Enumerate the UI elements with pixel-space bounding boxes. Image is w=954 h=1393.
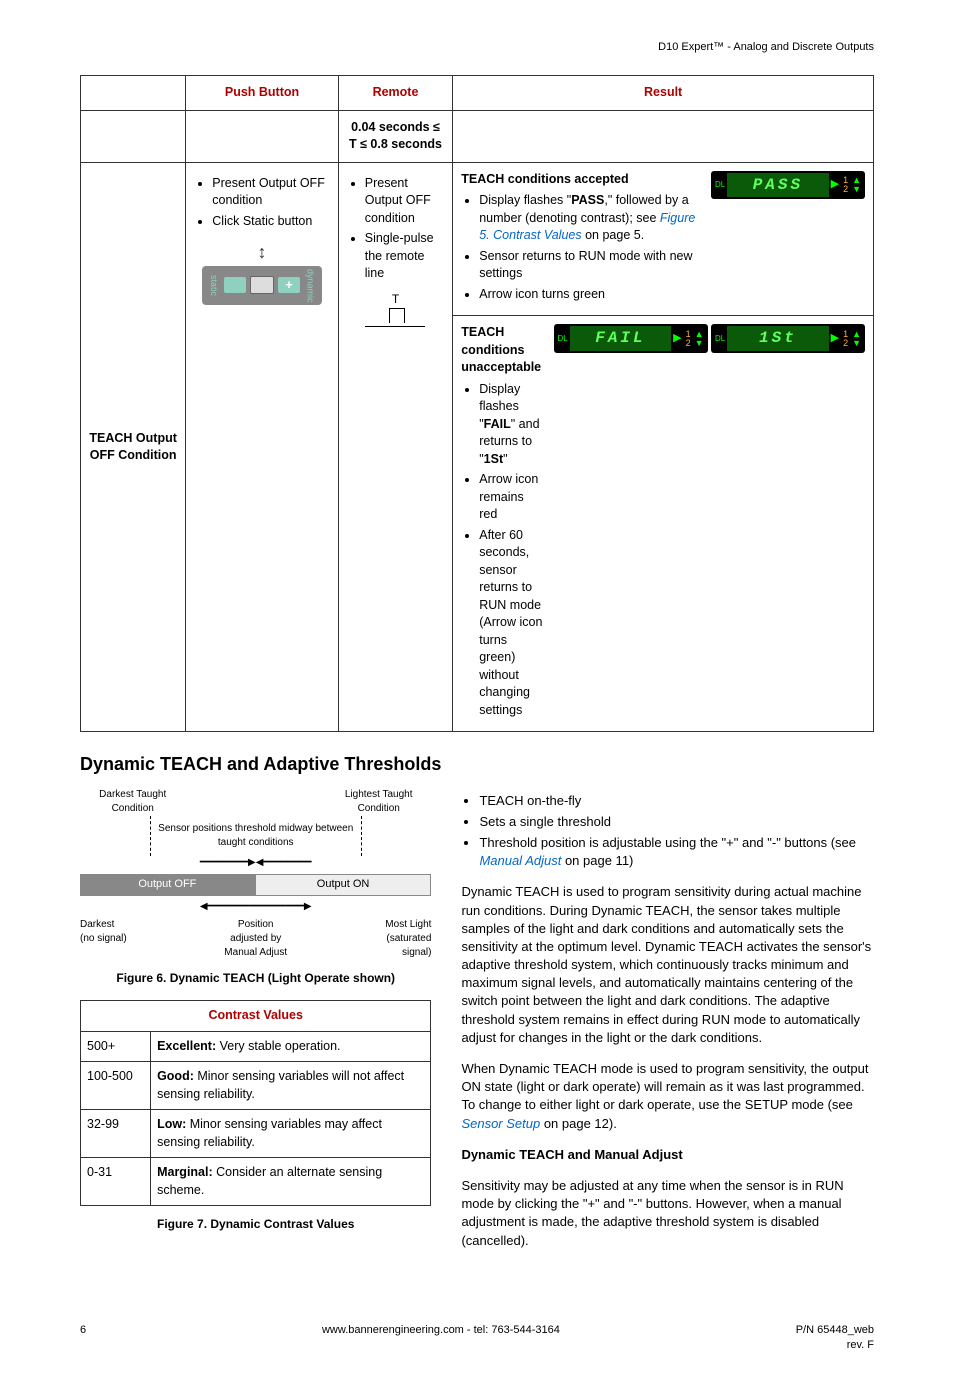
remote-b2: Single-pulse the remote line <box>365 230 444 283</box>
push-cell: Present Output OFF condition Click Stati… <box>186 162 338 732</box>
contrast-header: Contrast Values <box>81 1001 431 1032</box>
right-b3: Threshold position is adjustable using t… <box>479 834 874 870</box>
remote-cell: Present Output OFF condition Single-puls… <box>338 162 452 732</box>
row-label: TEACH Output OFF Condition <box>81 162 186 732</box>
result2-b1: Display flashes "FAIL" and returns to "1… <box>479 381 543 469</box>
lcd-1st: DL 1St ▶ 12 ▲▼ <box>711 324 865 352</box>
right-subhead: Dynamic TEACH and Manual Adjust <box>461 1146 874 1164</box>
push-b2: Click Static button <box>212 213 329 231</box>
result1-b3: Arrow icon turns green <box>479 286 701 304</box>
col-remote: Remote <box>338 76 452 111</box>
teach-table: Push Button Remote Result 0.04 seconds ≤… <box>80 75 874 732</box>
push-b1: Present Output OFF condition <box>212 175 329 210</box>
table-row: 0-31 Marginal: Consider an alternate sen… <box>81 1158 431 1206</box>
header-product: D10 Expert™ - Analog and Discrete Output… <box>80 40 874 55</box>
result-accept-cell: TEACH conditions accepted Display flashe… <box>453 162 874 316</box>
right-p2: When Dynamic TEACH mode is used to progr… <box>461 1060 874 1133</box>
sensor-setup-link[interactable]: Sensor Setup <box>461 1116 540 1131</box>
right-p1: Dynamic TEACH is used to program sensiti… <box>461 883 874 1047</box>
remote-b1: Present Output OFF condition <box>365 175 444 228</box>
col-result: Result <box>453 76 874 111</box>
footer-center: www.bannerengineering.com - tel: 763-544… <box>86 1323 796 1338</box>
result2-b2: Arrow icon remains red <box>479 471 543 524</box>
result2-b3: After 60 seconds, sensor returns to RUN … <box>479 527 543 720</box>
col-push: Push Button <box>186 76 338 111</box>
page-footer: 6 www.bannerengineering.com - tel: 763-5… <box>80 1323 874 1354</box>
result1-title: TEACH conditions accepted <box>461 171 701 189</box>
fig7-caption: Figure 7. Dynamic Contrast Values <box>80 1216 431 1233</box>
button-diagram: ↕ static + dynamic <box>194 240 329 305</box>
footer-pn: P/N 65448_web <box>796 1323 874 1338</box>
contrast-table: Contrast Values 500+ Excellent: Very sta… <box>80 1000 431 1206</box>
pulse-diagram: T <box>347 291 444 332</box>
timing-subheader: 0.04 seconds ≤ T ≤ 0.8 seconds <box>338 110 452 162</box>
result2-title: TEACH conditions unacceptable <box>461 324 543 377</box>
manual-adjust-link[interactable]: Manual Adjust <box>479 853 561 868</box>
dynamic-teach-diagram: Darkest Taught Condition Lightest Taught… <box>80 788 431 960</box>
right-p3: Sensitivity may be adjusted at any time … <box>461 1177 874 1250</box>
footer-rev: rev. F <box>796 1338 874 1353</box>
fig6-caption: Figure 6. Dynamic TEACH (Light Operate s… <box>80 970 431 987</box>
right-b1: TEACH on-the-fly <box>479 792 874 810</box>
result1-b1: Display flashes "PASS," followed by a nu… <box>479 192 701 245</box>
section-heading: Dynamic TEACH and Adaptive Thresholds <box>80 752 874 777</box>
table-row: 32-99 Low: Minor sensing variables may a… <box>81 1110 431 1158</box>
table-row: 500+ Excellent: Very stable operation. <box>81 1031 431 1062</box>
lcd-pass: DL PASS ▶ 12 ▲▼ <box>711 171 865 199</box>
result-fail-cell: TEACH conditions unacceptable Display fl… <box>453 316 874 732</box>
right-b2: Sets a single threshold <box>479 813 874 831</box>
lcd-fail: DL FAIL ▶ 12 ▲▼ <box>554 324 708 352</box>
table-row: 100-500 Good: Minor sensing variables wi… <box>81 1062 431 1110</box>
result1-b2: Sensor returns to RUN mode with new sett… <box>479 248 701 283</box>
